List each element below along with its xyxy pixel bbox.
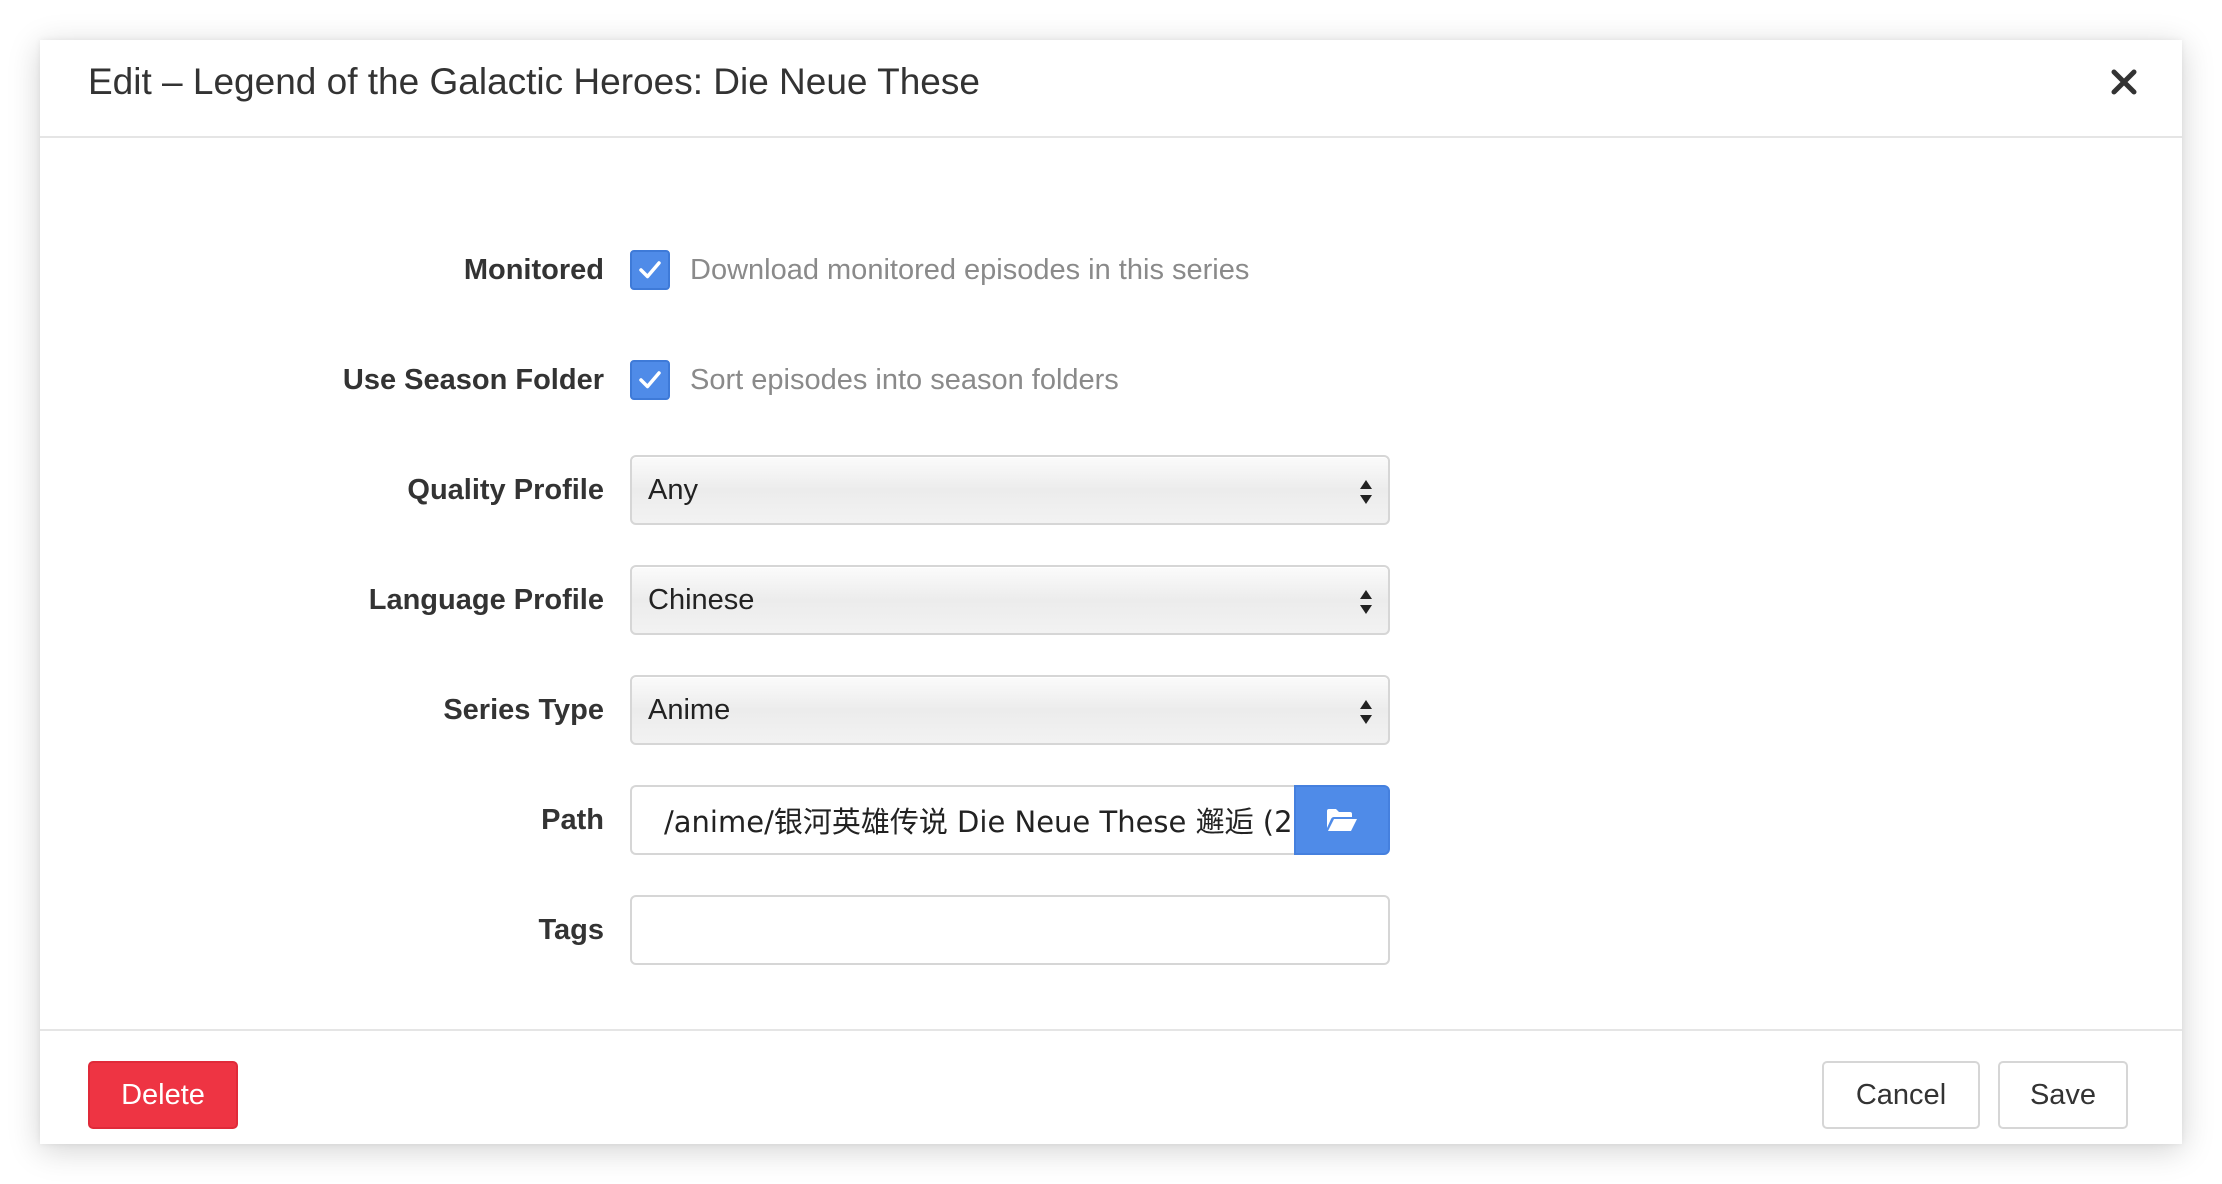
tags-row: Tags: [40, 895, 2182, 965]
folder-open-icon: [1327, 809, 1357, 831]
checkmark-icon: [639, 261, 661, 279]
select-arrows-icon: [1360, 480, 1372, 504]
season-folder-row: Use Season Folder Sort episodes into sea…: [40, 345, 2182, 415]
season-folder-help: Sort episodes into season folders: [690, 363, 1119, 396]
season-folder-label: Use Season Folder: [342, 363, 604, 396]
language-profile-value: Chinese: [648, 583, 755, 616]
browse-folder-button[interactable]: [1294, 785, 1390, 855]
select-arrows-icon: [1360, 700, 1372, 724]
edit-series-modal: Edit – Legend of the Galactic Heroes: Di…: [40, 40, 2182, 1144]
cancel-button[interactable]: Cancel: [1822, 1061, 1980, 1129]
checkmark-icon: [639, 371, 661, 389]
language-profile-row: Language Profile Chinese: [40, 565, 2182, 635]
modal-footer: Delete Cancel Save: [40, 1031, 2182, 1141]
path-label: Path: [541, 803, 604, 836]
series-type-label: Series Type: [443, 693, 604, 726]
quality-profile-label: Quality Profile: [407, 473, 604, 506]
tags-input[interactable]: [630, 895, 1390, 965]
monitored-row: Monitored Download monitored episodes in…: [40, 235, 2182, 305]
season-folder-checkbox[interactable]: [630, 360, 670, 400]
select-arrows-icon: [1360, 590, 1372, 614]
quality-profile-value: Any: [648, 473, 698, 506]
monitored-label: Monitored: [463, 253, 604, 286]
modal-body: Monitored Download monitored episodes in…: [40, 138, 2182, 1031]
series-type-value: Anime: [648, 693, 731, 726]
monitored-checkbox[interactable]: [630, 250, 670, 290]
monitored-help: Download monitored episodes in this seri…: [690, 253, 1250, 286]
language-profile-select[interactable]: Chinese: [630, 565, 1390, 635]
quality-profile-select[interactable]: Any: [630, 455, 1390, 525]
tags-label: Tags: [538, 913, 604, 946]
close-button[interactable]: [2102, 60, 2146, 104]
save-button[interactable]: Save: [1998, 1061, 2128, 1129]
close-icon: [2111, 69, 2137, 95]
modal-title: Edit – Legend of the Galactic Heroes: Di…: [88, 61, 980, 102]
series-type-row: Series Type Anime: [40, 675, 2182, 745]
path-input[interactable]: /anime/银河英雄传说 Die Neue These 邂逅 (2(: [630, 785, 1294, 855]
series-type-select[interactable]: Anime: [630, 675, 1390, 745]
path-row: Path /anime/银河英雄传说 Die Neue These 邂逅 (2(: [40, 785, 2182, 855]
language-profile-label: Language Profile: [368, 583, 604, 616]
quality-profile-row: Quality Profile Any: [40, 455, 2182, 525]
delete-button[interactable]: Delete: [88, 1061, 238, 1129]
modal-header: Edit – Legend of the Galactic Heroes: Di…: [40, 40, 2182, 138]
